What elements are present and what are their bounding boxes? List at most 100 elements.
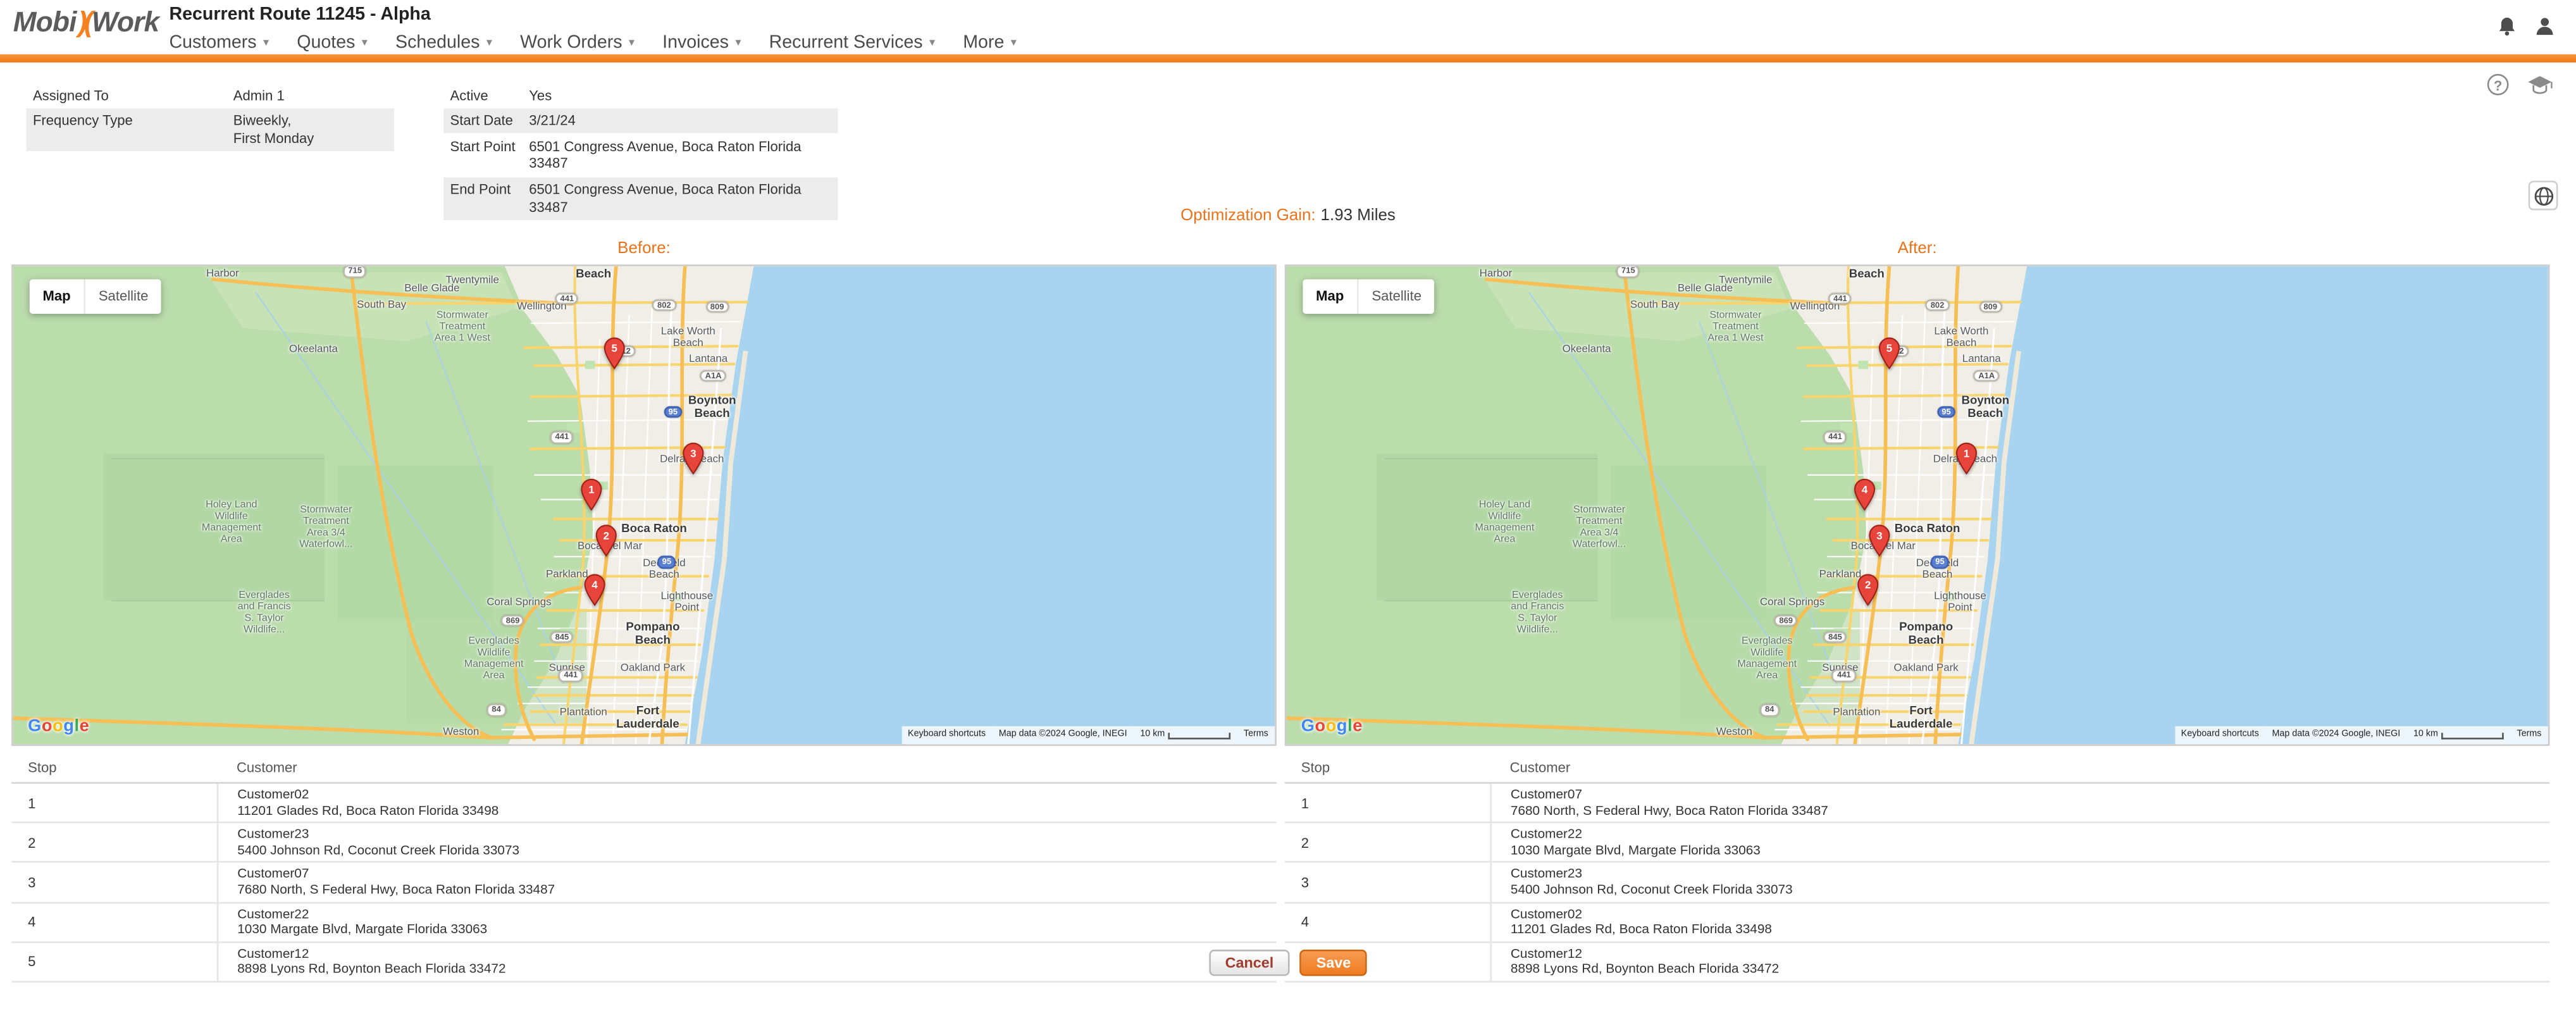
customer-name: Customer02 (1511, 906, 2550, 922)
road-shield-icon: 869 (501, 614, 524, 626)
google-logo-letter: g (63, 716, 74, 736)
customer-address: 11201 Glades Rd, Boca Raton Florida 3349… (1511, 922, 2550, 938)
nav-item-label: More (963, 33, 1004, 53)
svg-text:5: 5 (612, 342, 617, 354)
map-marker-pin-icon[interactable]: 3 (1869, 524, 1890, 557)
customer-name: Customer07 (237, 867, 1277, 883)
google-logo-letter: o (1326, 716, 1337, 736)
info-value: 3/21/24 (523, 108, 838, 133)
help-icons: ? (2487, 74, 2553, 96)
map-after[interactable]: Map Satellite Google Keyboard shortcuts … (1285, 264, 2550, 746)
google-logo-letter: e (80, 716, 90, 736)
google-logo[interactable]: Google (1301, 716, 1363, 736)
stop-header: Stop (11, 754, 217, 783)
map-marker-pin-icon[interactable]: 3 (683, 442, 704, 475)
nav-item-customers[interactable]: Customers▾ (163, 30, 290, 56)
customer-address: 1030 Margate Blvd, Margate Florida 33063 (1511, 843, 2550, 859)
map-scale-label: 10 km (1140, 728, 1165, 742)
map-marker-pin-icon[interactable]: 5 (604, 336, 626, 369)
table-row: 4 Customer0211201 Glades Rd, Boca Raton F… (1285, 902, 2550, 942)
road-shield-icon: 715 (344, 266, 367, 278)
table-row: 1Customer0211201 Glades Rd, Boca Raton F… (11, 783, 1277, 822)
stop-cell: 2 (1285, 822, 1490, 862)
road-shield-icon: 802 (1926, 299, 1949, 311)
map-marker-pin-icon[interactable]: 1 (580, 478, 602, 511)
help-icon[interactable]: ? (2487, 74, 2509, 96)
map-marker-pin-icon[interactable]: 1 (1955, 442, 1977, 475)
map-marker-pin-icon[interactable]: 4 (1854, 478, 1875, 511)
cancel-button[interactable]: Cancel (1209, 950, 1291, 976)
info-value: 6501 Congress Avenue, Boca Raton Florida… (523, 133, 838, 177)
table-row: 2 Customer221030 Margate Blvd, Margate Fl… (1285, 822, 2550, 862)
save-button[interactable]: Save (1300, 950, 1368, 976)
map-globe-button[interactable] (2529, 181, 2558, 211)
nav-item-quotes[interactable]: Quotes▾ (290, 30, 389, 56)
svg-text:5: 5 (1886, 342, 1892, 354)
user-account-icon[interactable] (2533, 15, 2556, 37)
after-panel: After: (1285, 240, 2550, 983)
map-marker-pin-icon[interactable]: 5 (1879, 336, 1900, 369)
road-shield-icon: 845 (550, 631, 574, 643)
optimization-gain-value: 1.93 Miles (1321, 207, 1396, 225)
customer-cell: Customer221030 Margate Blvd, Margate Flo… (217, 902, 1277, 942)
svg-text:4: 4 (1861, 484, 1867, 496)
terms-link[interactable]: Terms (1237, 726, 1275, 745)
nav-item-more[interactable]: More ▾ (957, 30, 1038, 56)
google-logo-letter: o (53, 716, 63, 736)
satellite-button[interactable]: Satellite (84, 279, 161, 314)
mobiwork-logo[interactable]: Mobi)(Work (13, 6, 159, 39)
info-label: Start Date (443, 108, 523, 133)
svg-text:1: 1 (1964, 448, 1969, 460)
customer-address: 5400 Johnson Rd, Coconut Creek Florida 3… (1511, 882, 2550, 898)
header-icons (2496, 15, 2556, 37)
info-value: Admin 1 (226, 82, 394, 108)
chevron-down-icon: ▾ (1011, 36, 1017, 49)
info-row: Start Date3/21/24 (443, 108, 838, 133)
info-row: Assigned ToAdmin 1 (27, 82, 395, 108)
road-shield-icon: 95 (1936, 406, 1955, 418)
keyboard-shortcuts-link[interactable]: Keyboard shortcuts (901, 726, 993, 745)
svg-text:3: 3 (1876, 530, 1882, 542)
map-button[interactable]: Map (30, 279, 84, 314)
notifications-bell-icon[interactable] (2496, 15, 2518, 37)
logo-text-mobi: Mobi (13, 6, 77, 37)
table-row: 3Customer077680 North, S Federal Hwy, Bo… (11, 862, 1277, 902)
road-shield-icon: 715 (1616, 266, 1640, 278)
customer-address: 7680 North, S Federal Hwy, Boca Raton Fl… (237, 882, 1277, 898)
google-logo-letter: G (28, 716, 42, 736)
map-marker-pin-icon[interactable]: 4 (584, 573, 605, 605)
before-title: Before: (11, 240, 1277, 264)
terms-link[interactable]: Terms (2510, 726, 2548, 745)
stop-cell: 4 (1285, 902, 1490, 942)
map-marker-pin-icon[interactable]: 2 (1857, 573, 1879, 605)
nav-item-recurrent-services[interactable]: Recurrent Services▾ (762, 30, 957, 56)
map-data-attribution: Map data ©2024 Google, INEGI (2265, 726, 2406, 745)
google-logo[interactable]: Google (28, 716, 89, 736)
map-type-control: Map Satellite (30, 279, 161, 314)
nav-item-schedules[interactable]: Schedules▾ (389, 30, 514, 56)
stop-cell: 3 (1285, 862, 1490, 902)
training-cap-icon[interactable] (2527, 74, 2553, 96)
road-shield-icon: A1A (700, 369, 727, 381)
info-label: Frequency Type (27, 108, 227, 151)
satellite-button[interactable]: Satellite (1357, 279, 1435, 314)
customer-name: Customer07 (1511, 787, 2550, 803)
nav-item-invoices[interactable]: Invoices▾ (656, 30, 762, 56)
road-shield-icon: 95 (657, 556, 676, 568)
before-panel: Before: (11, 240, 1277, 983)
map-before[interactable]: Map Satellite Google Keyboard shortcuts … (11, 264, 1277, 746)
map-attribution: Keyboard shortcuts Map data ©2024 Google… (901, 726, 1275, 745)
map-button[interactable]: Map (1303, 279, 1357, 314)
map-marker-pin-icon[interactable]: 2 (595, 524, 617, 557)
page: Mobi)(Work Recurrent Route 11245 - Alpha… (0, 0, 2576, 1011)
road-shield-icon: 84 (1760, 704, 1779, 716)
chevron-down-icon: ▾ (486, 36, 492, 49)
road-shield-icon: 441 (550, 431, 574, 443)
nav-item-work-orders[interactable]: Work Orders▾ (514, 30, 656, 56)
customer-name: Customer22 (1511, 827, 2550, 843)
footer-actions: Cancel Save (0, 950, 2576, 976)
road-shield-icon: 441 (1828, 292, 1852, 304)
info-row: ActiveYes (443, 82, 838, 108)
keyboard-shortcuts-link[interactable]: Keyboard shortcuts (2174, 726, 2265, 745)
info-table-left: Assigned ToAdmin 1Frequency TypeBiweekly… (27, 82, 395, 151)
